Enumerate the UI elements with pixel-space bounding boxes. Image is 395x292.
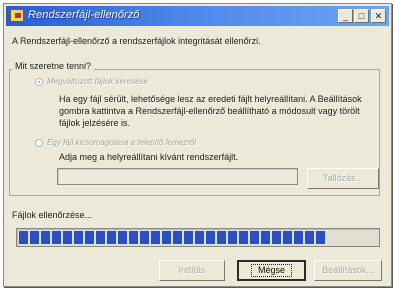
progress-label: Fájlok ellenőrzése... [12,210,93,220]
option-scan-label: Megváltozott fájlok keresése [47,77,148,86]
radio-extract-file[interactable] [35,139,43,147]
progress-bar [16,228,380,247]
settings-button[interactable]: Beállítások... [314,260,382,281]
option-scan-description: Ha egy fájl sérült, lehetősége lesz az e… [59,94,362,128]
progress-fill [19,231,327,244]
browse-button[interactable]: Tallózás... [307,168,379,189]
radio-scan-changed-files[interactable] [35,78,43,86]
cancel-button[interactable]: Mégse [237,260,306,281]
option-extract-label: Egy fájl kicsomagolása a telepítő lemezr… [47,138,196,147]
extract-prompt: Adja meg a helyreállítani kívánt rendsze… [59,152,239,162]
group-title: Mit szeretne tenni? [12,61,95,71]
start-button[interactable]: Indítás [159,260,225,281]
minimize-button[interactable]: _ [338,9,353,23]
file-name-input[interactable] [57,168,298,185]
cancel-button-label: Mégse [250,264,292,277]
intro-text: A Rendszerfájl-ellenőrző a rendszerfájlo… [12,36,261,46]
app-icon [10,9,24,22]
maximize-button[interactable]: □ [354,9,369,23]
window-title: Rendszerfájl-ellenőrző [28,9,140,21]
close-window-button[interactable]: ✕ [371,9,386,23]
title-bar[interactable]: Rendszerfájl-ellenőrző _ □ ✕ [6,6,389,26]
